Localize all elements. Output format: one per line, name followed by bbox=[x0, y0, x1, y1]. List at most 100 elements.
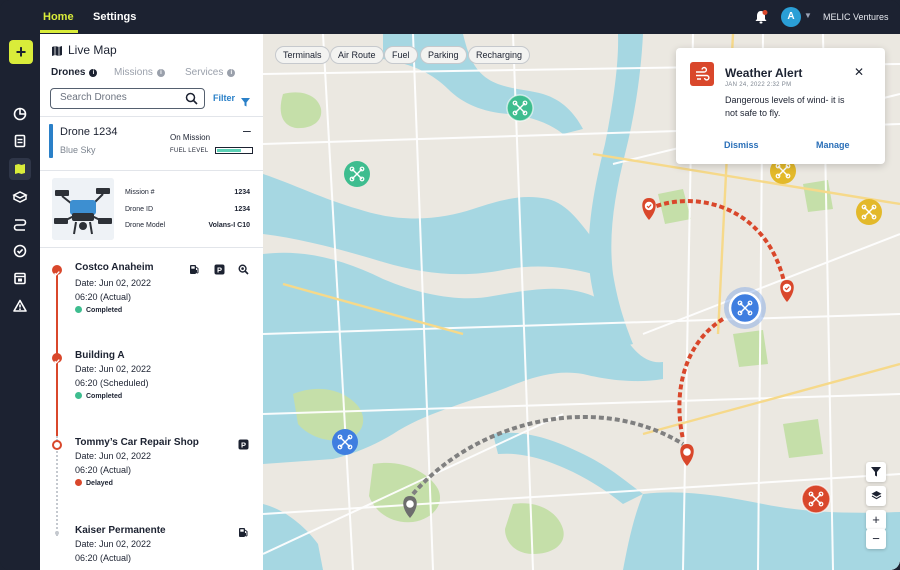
fuel-label: FUEL LEVEL bbox=[170, 148, 209, 154]
fuel-pump-icon[interactable] bbox=[238, 525, 249, 537]
close-icon[interactable]: ✕ bbox=[854, 65, 864, 79]
search-input[interactable] bbox=[60, 92, 180, 103]
spec-value: 1234 bbox=[234, 206, 250, 213]
timeline-connector-pending bbox=[56, 436, 58, 536]
weather-alert-card: Weather Alert JAN 24, 2022 2:32 PM Dange… bbox=[676, 48, 885, 164]
wind-icon bbox=[690, 62, 714, 86]
timeline-connector bbox=[56, 266, 58, 436]
parking-icon[interactable]: P bbox=[214, 262, 225, 275]
filter-icon[interactable] bbox=[241, 94, 250, 107]
stop-time: 06:20 (Actual) bbox=[75, 292, 132, 302]
park bbox=[803, 180, 833, 212]
tab-missions[interactable]: Missions i bbox=[114, 67, 165, 78]
map-filter-button[interactable] bbox=[866, 462, 886, 482]
status-dot bbox=[75, 479, 82, 486]
zoom-in-button[interactable]: + bbox=[866, 510, 886, 530]
drone-subtitle: Blue Sky bbox=[60, 145, 96, 155]
chip-air-route[interactable]: Air Route bbox=[330, 46, 384, 64]
stop-name: Kaiser Permanente bbox=[75, 525, 166, 536]
stop-time: 06:20 (Actual) bbox=[75, 465, 132, 475]
check-circle-icon bbox=[52, 353, 62, 364]
spec-value: 1234 bbox=[234, 189, 250, 196]
nav-settings[interactable]: Settings bbox=[93, 0, 136, 34]
manage-button[interactable]: Manage bbox=[816, 140, 850, 150]
status-label: Completed bbox=[86, 393, 123, 400]
tab-services[interactable]: Services i bbox=[185, 67, 236, 78]
search-icon[interactable] bbox=[185, 92, 198, 105]
fuel-pump-icon[interactable] bbox=[189, 262, 200, 274]
svg-text:P: P bbox=[241, 440, 246, 449]
panel-title: Live Map bbox=[68, 43, 117, 57]
fuel-fill bbox=[217, 149, 241, 152]
status-badge: Completed bbox=[75, 306, 122, 314]
divider bbox=[40, 170, 263, 171]
collapse-button[interactable]: – bbox=[243, 122, 251, 138]
drone-marker bbox=[332, 429, 358, 455]
filter-button[interactable]: Filter bbox=[213, 93, 235, 103]
search-box bbox=[50, 88, 205, 109]
dismiss-button[interactable]: Dismiss bbox=[724, 140, 759, 150]
zoom-out-button[interactable]: − bbox=[866, 529, 886, 549]
info-icon: i bbox=[227, 69, 236, 77]
live-map[interactable]: Terminals Air Route Fuel Parking Recharg… bbox=[263, 34, 900, 570]
spec-value: Volans-I C10 bbox=[208, 222, 251, 229]
tab-label: Missions bbox=[114, 67, 153, 78]
stop-name: Costco Anaheim bbox=[75, 262, 154, 273]
spec-label: Drone ID bbox=[125, 206, 154, 213]
org-name[interactable]: MELIC Ventures bbox=[823, 0, 889, 34]
calendar-icon[interactable] bbox=[10, 268, 30, 288]
check-circle-icon[interactable] bbox=[10, 241, 30, 261]
stop-date: Date: Jun 02, 2022 bbox=[75, 539, 152, 549]
status-dot bbox=[75, 392, 82, 399]
tab-label: Drones bbox=[51, 67, 86, 78]
app-window: Home Settings A ▼ MELIC Ventures + Live … bbox=[0, 0, 900, 570]
chevron-down-icon[interactable]: ▼ bbox=[804, 11, 812, 20]
avatar[interactable]: A bbox=[781, 7, 801, 27]
stop-date: Date: Jun 02, 2022 bbox=[75, 451, 152, 461]
dashboard-icon[interactable] bbox=[10, 104, 30, 124]
current-stop-icon bbox=[52, 440, 62, 450]
check-circle-icon bbox=[52, 265, 62, 276]
park bbox=[733, 330, 768, 367]
info-icon: i bbox=[89, 69, 98, 77]
add-button[interactable]: + bbox=[9, 40, 33, 64]
stop-name: Building A bbox=[75, 350, 125, 361]
chip-recharging[interactable]: Recharging bbox=[468, 46, 531, 64]
warning-icon[interactable] bbox=[10, 296, 30, 316]
spec-label: Drone Model bbox=[125, 222, 166, 229]
inspection-icon[interactable] bbox=[238, 262, 249, 275]
divider bbox=[40, 116, 263, 117]
chip-fuel[interactable]: Fuel bbox=[384, 46, 418, 64]
clipboard-icon[interactable] bbox=[10, 131, 30, 151]
drone-marker bbox=[856, 199, 882, 225]
spec-label: Mission # bbox=[125, 189, 155, 196]
alert-timestamp: JAN 24, 2022 2:32 PM bbox=[725, 82, 792, 88]
side-rail: + bbox=[0, 34, 40, 570]
stop-name: Tommy’s Car Repair Shop bbox=[75, 437, 199, 448]
chip-terminals[interactable]: Terminals bbox=[275, 46, 330, 64]
parking-icon[interactable]: P bbox=[238, 437, 249, 450]
status-badge: Completed bbox=[75, 392, 122, 400]
chip-parking[interactable]: Parking bbox=[420, 46, 467, 64]
drone-icon[interactable] bbox=[10, 187, 30, 207]
status-label: Completed bbox=[86, 307, 123, 314]
map-icon[interactable] bbox=[10, 159, 30, 179]
nav-home[interactable]: Home bbox=[43, 0, 74, 34]
svg-text:P: P bbox=[217, 265, 222, 274]
drone-card[interactable]: Drone 1234 Blue Sky On Mission FUEL LEVE… bbox=[49, 122, 255, 166]
route-icon[interactable] bbox=[10, 214, 30, 234]
tab-drones[interactable]: Drones i bbox=[51, 67, 98, 78]
live-map-panel: Live Map Dronesi Missionsi Servicesi Fil… bbox=[40, 34, 263, 570]
park bbox=[783, 419, 823, 458]
notification-bell-icon[interactable] bbox=[753, 9, 769, 25]
nav-active-indicator bbox=[40, 30, 78, 33]
stop-date: Date: Jun 02, 2022 bbox=[75, 364, 152, 374]
divider bbox=[40, 247, 263, 248]
alert-title: Weather Alert bbox=[725, 66, 803, 80]
drone-name: Drone 1234 bbox=[60, 126, 118, 138]
selection-indicator bbox=[49, 124, 53, 158]
status-badge: Delayed bbox=[75, 479, 113, 487]
drone-image bbox=[52, 178, 114, 240]
layers-button[interactable] bbox=[866, 486, 886, 506]
stop-date: Date: Jun 02, 2022 bbox=[75, 278, 152, 288]
